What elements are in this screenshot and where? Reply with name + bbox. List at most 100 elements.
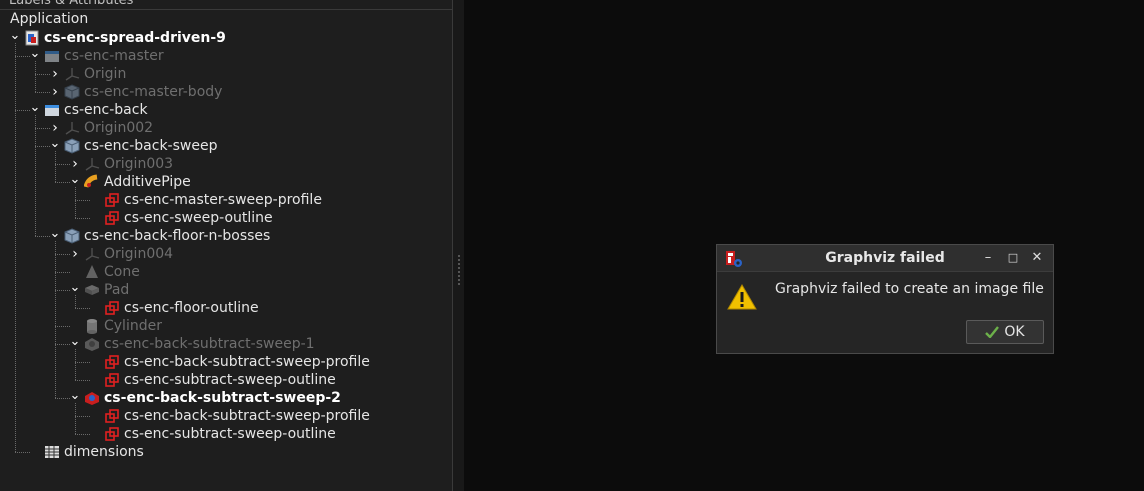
tree-line [15,110,30,111]
tree-connector [30,443,40,461]
tree-item[interactable]: ⌄ cs-enc-spread-driven-9 [10,26,226,47]
ok-check-icon [985,326,1000,338]
tree-item[interactable]: › Origin003 [70,155,173,173]
tree-line [75,349,76,380]
expand-arrow-icon[interactable]: ⌄ [70,332,81,350]
tree-line [35,61,36,92]
expand-arrow-icon[interactable]: ⌄ [50,134,61,152]
tree-item[interactable]: dimensions [30,443,144,461]
tree-item[interactable]: ⌄ cs-enc-back-floor-n-bosses [50,224,271,245]
expand-arrow-icon[interactable]: ⌄ [30,44,41,62]
tree-item[interactable]: › Origin [50,65,126,83]
tree-line [55,241,56,398]
tree-item[interactable]: cs-enc-subtract-sweep-outline [90,371,336,389]
tree-item[interactable]: ⌄ cs-enc-back [30,98,148,119]
tree-line [55,326,70,327]
cylinder-icon [84,318,100,334]
tree-item-label: Origin [84,66,127,82]
tree-line [55,254,70,255]
sketch-icon [104,192,120,208]
expand-arrow-icon[interactable]: ⌄ [30,98,41,116]
tree-line [75,416,90,417]
subtract-icon [84,336,100,352]
tree-item[interactable]: cs-enc-back-subtract-sweep-profile [90,407,370,425]
tree-item[interactable]: cs-enc-sweep-outline [90,209,273,227]
tree-line [35,115,36,236]
ok-button[interactable]: OK [966,320,1044,344]
expand-arrow-icon[interactable]: ⌄ [10,26,21,44]
sketch-icon [104,354,120,370]
tree-item[interactable]: cs-enc-floor-outline [90,299,259,317]
dialog-titlebar[interactable]: Graphviz failed – □ ✕ [717,245,1053,272]
axis-icon [64,66,80,82]
tree-item-label: cs-enc-back-subtract-sweep-profile [124,354,370,370]
tree-connector [90,407,100,425]
tree-item[interactable]: ⌄ cs-enc-back-subtract-sweep-1 [70,332,315,353]
tree-item[interactable]: ⌄ Pad [70,278,130,299]
body-icon [64,138,80,154]
error-dialog: Graphviz failed – □ ✕ Graphviz failed to… [716,244,1054,354]
tree-item-label: cs-enc-back [64,102,148,118]
tree-item[interactable]: ⌄ AdditivePipe [70,170,191,191]
tree-line [75,295,76,308]
tree-item[interactable]: ⌄ cs-enc-back-sweep [50,134,218,155]
tree-line [35,74,50,75]
tree-line [55,344,70,345]
tree-item[interactable]: › cs-enc-master-body [50,83,222,101]
tree-line [35,92,50,93]
tree-connector [90,425,100,443]
body-icon [64,84,80,100]
tree-item[interactable]: ⌄ cs-enc-back-subtract-sweep-2 [70,386,341,407]
tree-panel: Labels & Attributes Application ⌄ cs-enc-… [0,0,452,491]
tree-line [75,380,90,381]
tree-item-label: Cone [104,264,140,280]
tree-connector [90,353,100,371]
tree-item[interactable]: cs-enc-subtract-sweep-outline [90,425,336,443]
splitter-grip[interactable] [458,255,460,285]
collapse-arrow-icon[interactable]: › [70,245,80,263]
collapse-arrow-icon[interactable]: › [50,83,60,101]
tree-item[interactable]: Cylinder [70,317,162,335]
expand-arrow-icon[interactable]: ⌄ [70,386,81,404]
warning-icon [727,284,757,310]
tree-item-label: Origin004 [104,246,174,262]
sketch-icon [104,300,120,316]
tree-line [55,151,56,182]
expand-arrow-icon[interactable]: ⌄ [70,278,81,296]
tree-line [55,290,70,291]
expand-arrow-icon[interactable]: ⌄ [50,224,61,242]
axis-icon [84,156,100,172]
tree-item-label: AdditivePipe [104,174,191,190]
tree-line [75,218,90,219]
sketch-icon [104,408,120,424]
tree-item-label: cs-enc-sweep-outline [124,210,273,226]
tree-line [55,398,70,399]
tree-line [35,128,50,129]
tree-line [35,236,50,237]
tree-line [55,182,70,183]
body-icon [64,228,80,244]
tree-item[interactable]: cs-enc-back-subtract-sweep-profile [90,353,370,371]
tree-item[interactable]: Cone [70,263,140,281]
minimize-button[interactable]: – [979,249,997,267]
tree-item[interactable]: ⌄ cs-enc-master [30,44,164,65]
dialog-title: Graphviz failed [825,250,945,266]
tree-item-label: cs-enc-subtract-sweep-outline [124,426,336,442]
tree-item-label: cs-enc-spread-driven-9 [44,30,226,46]
tree-connector [90,209,100,227]
collapse-arrow-icon[interactable]: › [50,65,60,83]
tree-item-label: cs-enc-back-sweep [84,138,218,154]
axis-icon [64,120,80,136]
tree-item-label: cs-enc-back-floor-n-bosses [84,228,271,244]
sketch-icon [104,372,120,388]
tree-item[interactable]: › Origin002 [50,119,153,137]
tree-root-label: Application [10,11,89,27]
close-button[interactable]: ✕ [1028,249,1046,267]
tree-item[interactable]: › Origin004 [70,245,173,263]
tree-item-label: cs-enc-back-subtract-sweep-1 [104,336,315,352]
tree-item[interactable]: cs-enc-master-sweep-profile [90,191,322,209]
maximize-button[interactable]: □ [1004,249,1022,267]
spreadsheet-icon [44,444,60,460]
expand-arrow-icon[interactable]: ⌄ [70,170,81,188]
ok-label: OK [1004,324,1025,340]
